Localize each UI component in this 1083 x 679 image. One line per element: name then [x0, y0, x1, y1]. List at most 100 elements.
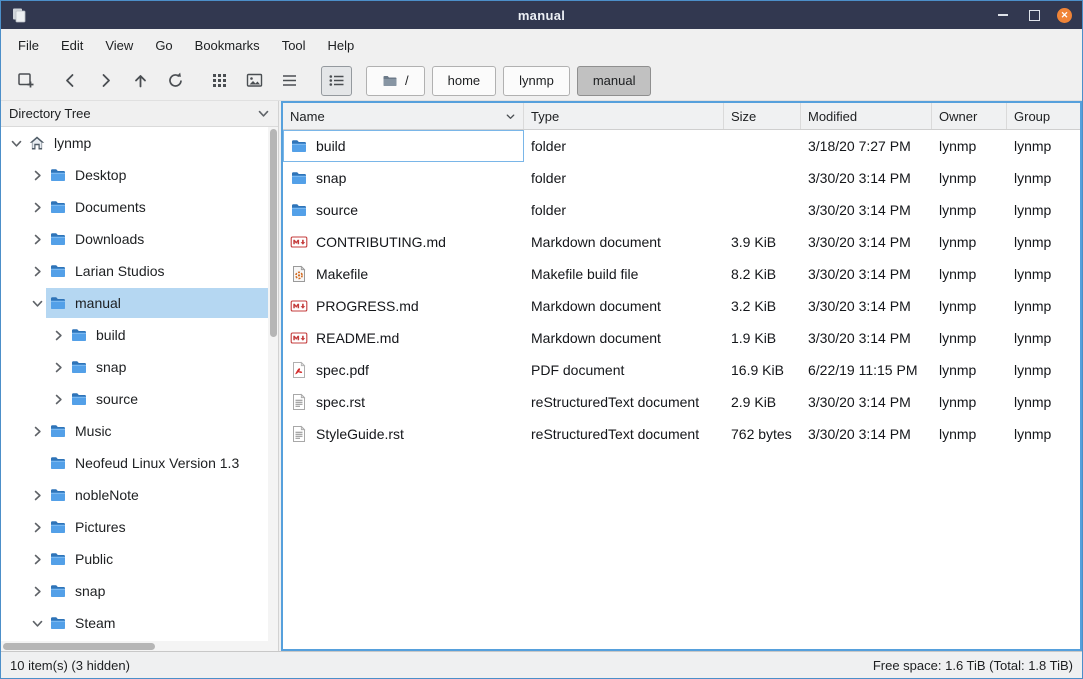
compact-view-button[interactable]: [274, 66, 305, 96]
tree-item-pictures[interactable]: Pictures: [1, 511, 268, 543]
tree-item-lynmp[interactable]: lynmp: [1, 127, 268, 159]
column-header-name[interactable]: Name: [283, 103, 524, 129]
vertical-scrollbar-thumb[interactable]: [270, 129, 277, 337]
menu-view[interactable]: View: [94, 33, 144, 58]
menu-tool[interactable]: Tool: [271, 33, 317, 58]
titlebar[interactable]: manual: [1, 1, 1082, 29]
tree-item-manual[interactable]: manual: [1, 287, 268, 319]
expander-right-icon[interactable]: [28, 521, 46, 534]
expander-right-icon[interactable]: [49, 329, 67, 342]
tree-item-downloads[interactable]: Downloads: [1, 223, 268, 255]
close-button[interactable]: [1057, 8, 1072, 23]
folder-icon: [49, 454, 67, 472]
file-row-source[interactable]: sourcefolder3/30/20 3:14 PMlynmplynmp: [283, 194, 1080, 226]
file-name-cell: Makefile: [283, 258, 524, 290]
file-type: Markdown document: [524, 330, 724, 346]
up-button[interactable]: [125, 66, 156, 96]
file-row-styleguide-rst[interactable]: StyleGuide.rstreStructuredText document7…: [283, 418, 1080, 450]
file-name-cell: StyleGuide.rst: [283, 418, 524, 450]
expander-right-icon[interactable]: [49, 393, 67, 406]
file-row-snap[interactable]: snapfolder3/30/20 3:14 PMlynmplynmp: [283, 162, 1080, 194]
chevron-down-icon[interactable]: [257, 107, 270, 120]
tree-item-desktop[interactable]: Desktop: [1, 159, 268, 191]
column-header-size[interactable]: Size: [724, 103, 801, 129]
expander-right-icon[interactable]: [28, 233, 46, 246]
maximize-button[interactable]: [1026, 7, 1042, 23]
tree-item-steam[interactable]: Steam: [1, 607, 268, 639]
file-row-build[interactable]: buildfolder3/18/20 7:27 PMlynmplynmp: [283, 130, 1080, 162]
tree-item-neofeud-linux-version-1-3[interactable]: Neofeud Linux Version 1.3: [1, 447, 268, 479]
file-row-makefile[interactable]: MakefileMakefile build file8.2 KiB3/30/2…: [283, 258, 1080, 290]
expander-right-icon[interactable]: [28, 425, 46, 438]
file-row-spec-pdf[interactable]: spec.pdfPDF document16.9 KiB6/22/19 11:1…: [283, 354, 1080, 386]
column-header-type[interactable]: Type: [524, 103, 724, 129]
rst-icon: [290, 425, 308, 443]
file-group: lynmp: [1007, 138, 1080, 154]
file-row-progress-md[interactable]: PROGRESS.mdMarkdown document3.2 KiB3/30/…: [283, 290, 1080, 322]
expander-right-icon[interactable]: [28, 265, 46, 278]
file-row-contributing-md[interactable]: CONTRIBUTING.mdMarkdown document3.9 KiB3…: [283, 226, 1080, 258]
expander-right-icon[interactable]: [28, 585, 46, 598]
sidebar-vertical-scrollbar[interactable]: [268, 127, 278, 641]
menu-bookmarks[interactable]: Bookmarks: [184, 33, 271, 58]
column-header-label: Name: [290, 109, 325, 124]
menu-go[interactable]: Go: [144, 33, 183, 58]
menu-help[interactable]: Help: [317, 33, 366, 58]
tree-item-content: Public: [46, 544, 268, 574]
file-owner: lynmp: [932, 202, 1007, 218]
forward-button[interactable]: [90, 66, 121, 96]
tree-item-snap[interactable]: snap: [1, 575, 268, 607]
expander-right-icon[interactable]: [28, 201, 46, 214]
file-name-cell: snap: [283, 162, 524, 194]
tree-item-noblenote[interactable]: nobleNote: [1, 479, 268, 511]
path-segment-root[interactable]: /: [366, 66, 425, 96]
window-title: manual: [1, 8, 1082, 23]
tree-item-label: Steam: [75, 615, 115, 631]
horizontal-scrollbar-thumb[interactable]: [3, 643, 155, 650]
expander-down-icon[interactable]: [28, 297, 46, 310]
file-type: Makefile build file: [524, 266, 724, 282]
expander-right-icon[interactable]: [28, 553, 46, 566]
tree-item-label: Public: [75, 551, 113, 567]
folder-icon: [49, 550, 67, 568]
expander-right-icon[interactable]: [28, 489, 46, 502]
file-owner: lynmp: [932, 170, 1007, 186]
path-segment-lynmp[interactable]: lynmp: [503, 66, 570, 96]
menu-file[interactable]: File: [7, 33, 50, 58]
tree-item-larian-studios[interactable]: Larian Studios: [1, 255, 268, 287]
new-tab-button[interactable]: [11, 66, 42, 96]
back-button[interactable]: [55, 66, 86, 96]
tree-item-documents[interactable]: Documents: [1, 191, 268, 223]
thumbnail-view-button[interactable]: [239, 66, 270, 96]
column-header-group[interactable]: Group: [1007, 103, 1080, 129]
expander-right-icon[interactable]: [49, 361, 67, 374]
detailed-list-view-button[interactable]: [321, 66, 352, 96]
minimize-button[interactable]: [995, 7, 1011, 23]
column-header-owner[interactable]: Owner: [932, 103, 1007, 129]
path-segment-manual[interactable]: manual: [577, 66, 652, 96]
folder-icon: [70, 358, 88, 376]
refresh-button[interactable]: [160, 66, 191, 96]
rst-icon: [290, 393, 308, 411]
tree-item-build[interactable]: build: [1, 319, 268, 351]
tree-item-snap[interactable]: snap: [1, 351, 268, 383]
expander-down-icon[interactable]: [28, 617, 46, 630]
sidebar-header[interactable]: Directory Tree: [1, 101, 278, 127]
tree-item-music[interactable]: Music: [1, 415, 268, 447]
file-size: 3.2 KiB: [724, 298, 801, 314]
file-row-spec-rst[interactable]: spec.rstreStructuredText document2.9 KiB…: [283, 386, 1080, 418]
expander-right-icon[interactable]: [28, 169, 46, 182]
path-segment-home[interactable]: home: [432, 66, 497, 96]
menu-edit[interactable]: Edit: [50, 33, 94, 58]
path-root-label: /: [405, 73, 409, 88]
sidebar-horizontal-scrollbar[interactable]: [1, 641, 278, 651]
tree-item-source[interactable]: source: [1, 383, 268, 415]
expander-down-icon[interactable]: [7, 137, 25, 150]
file-row-readme-md[interactable]: README.mdMarkdown document1.9 KiB3/30/20…: [283, 322, 1080, 354]
status-item-count: 10 item(s) (3 hidden): [10, 658, 130, 673]
tree-item-public[interactable]: Public: [1, 543, 268, 575]
folder-icon: [70, 326, 88, 344]
icon-view-button[interactable]: [204, 66, 235, 96]
file-size: 16.9 KiB: [724, 362, 801, 378]
column-header-modified[interactable]: Modified: [801, 103, 932, 129]
